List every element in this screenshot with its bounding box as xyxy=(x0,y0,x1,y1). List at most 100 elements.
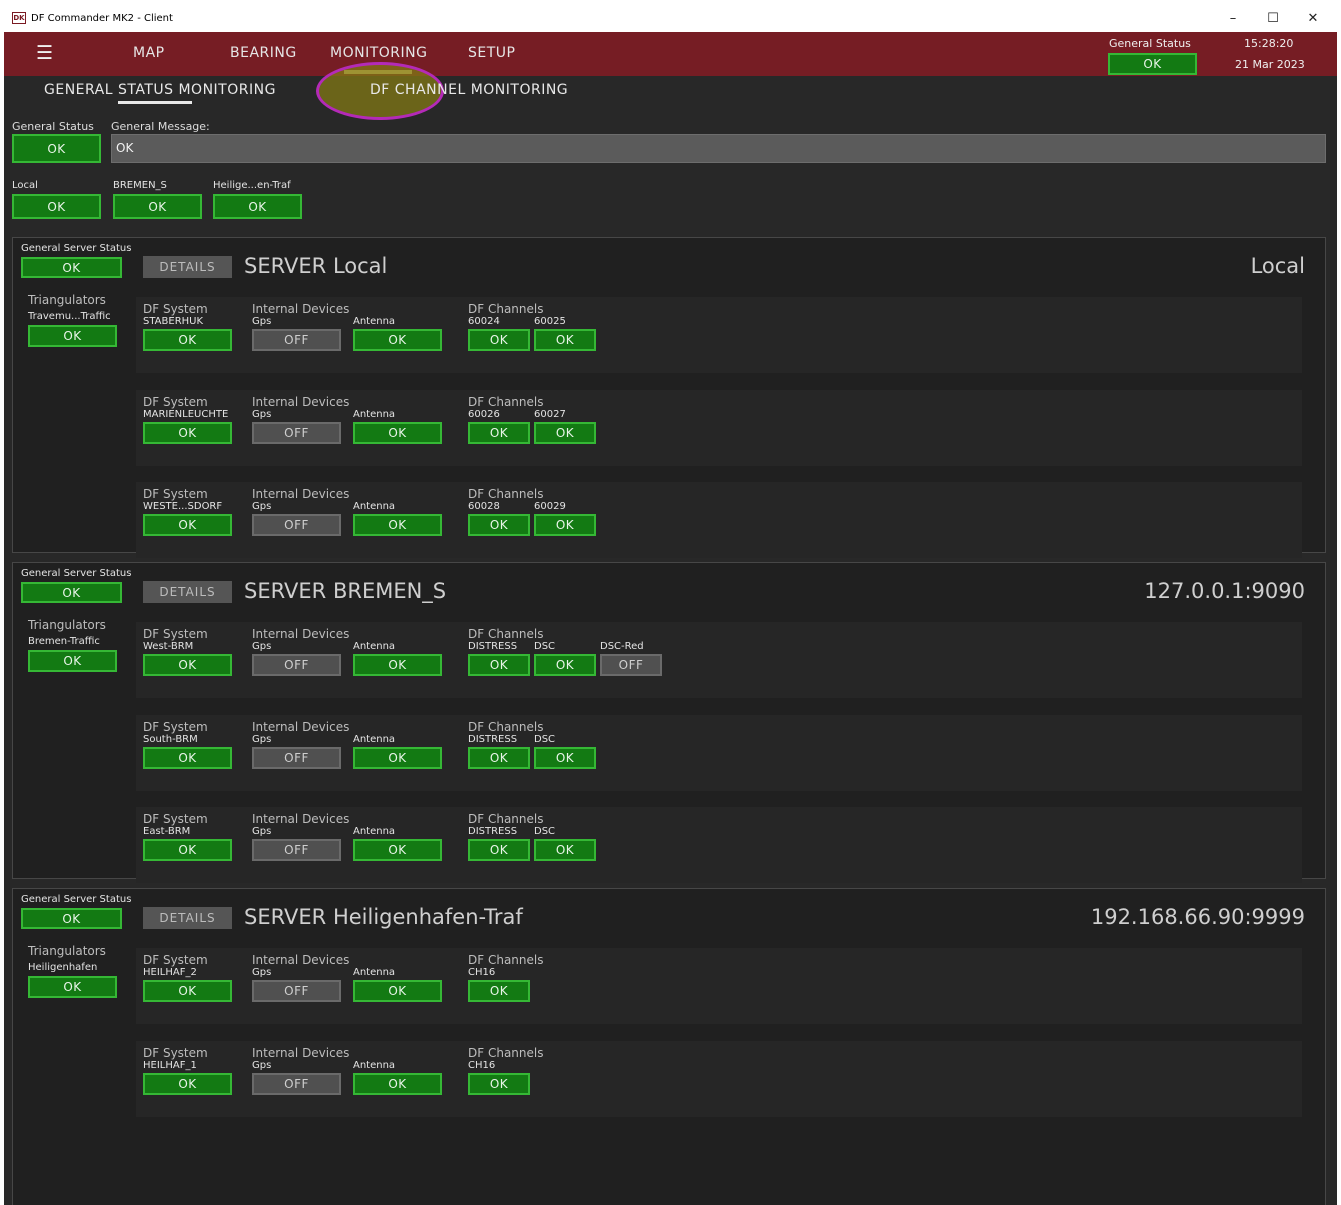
server-summary-label: Heilige...en-Traf xyxy=(213,180,291,191)
nav-item-bearing[interactable]: BEARING xyxy=(230,45,297,61)
df-system-label: DF System xyxy=(143,487,208,501)
df-channel-name: DSC xyxy=(534,641,556,652)
server-status-label: General Server Status xyxy=(21,894,132,905)
df-channels-label: DF Channels xyxy=(468,487,544,501)
df-channel-name: DSC xyxy=(534,826,556,837)
df-channel-status-badge[interactable]: OK xyxy=(468,329,530,351)
maximize-button[interactable]: ☐ xyxy=(1253,4,1293,32)
gps-label: Gps xyxy=(252,316,272,327)
gps-label: Gps xyxy=(252,501,272,512)
server-summary-badge[interactable]: OK xyxy=(12,194,101,219)
df-channel-status-badge[interactable]: OK xyxy=(468,980,530,1002)
main-nav: ☰ MAP BEARING MONITORING SETUP General S… xyxy=(4,32,1337,76)
server-status-badge: OK xyxy=(21,908,122,929)
server-status-label: General Server Status xyxy=(21,243,132,254)
df-system-status-badge[interactable]: OK xyxy=(143,747,232,769)
gps-label: Gps xyxy=(252,641,272,652)
df-channel-status-badge[interactable]: OK xyxy=(534,329,596,351)
nav-item-setup[interactable]: SETUP xyxy=(468,45,515,61)
antenna-status-badge[interactable]: OK xyxy=(353,747,442,769)
df-system-status-badge[interactable]: OK xyxy=(143,1073,232,1095)
antenna-status-badge[interactable]: OK xyxy=(353,514,442,536)
df-system-label: DF System xyxy=(143,720,208,734)
df-system-status-badge[interactable]: OK xyxy=(143,839,232,861)
df-channel-name: 60027 xyxy=(534,409,566,420)
df-channel-name: 60029 xyxy=(534,501,566,512)
df-system-status-badge[interactable]: OK xyxy=(143,980,232,1002)
antenna-status-badge[interactable]: OK xyxy=(353,839,442,861)
gps-status-badge[interactable]: OFF xyxy=(252,839,341,861)
triangulator-status-badge[interactable]: OK xyxy=(28,976,117,998)
internal-devices-label: Internal Devices xyxy=(252,487,350,501)
app-content: ☰ MAP BEARING MONITORING SETUP General S… xyxy=(4,32,1337,1205)
server-title: SERVER Local xyxy=(244,254,388,278)
gps-status-badge[interactable]: OFF xyxy=(252,654,341,676)
hamburger-menu-icon[interactable]: ☰ xyxy=(36,42,53,64)
close-button[interactable]: ✕ xyxy=(1293,4,1333,32)
df-system-status-badge[interactable]: OK xyxy=(143,329,232,351)
df-system-status-badge[interactable]: OK xyxy=(143,514,232,536)
antenna-label: Antenna xyxy=(353,501,396,512)
gps-status-badge[interactable]: OFF xyxy=(252,747,341,769)
gps-status-badge[interactable]: OFF xyxy=(252,514,341,536)
details-button[interactable]: DETAILS xyxy=(143,256,232,278)
server-address: Local xyxy=(1250,254,1305,278)
internal-devices-label: Internal Devices xyxy=(252,395,350,409)
gps-status-badge[interactable]: OFF xyxy=(252,1073,341,1095)
df-system-name: MARIENLEUCHTE xyxy=(143,409,229,420)
df-channel-status-badge[interactable]: OK xyxy=(534,747,596,769)
df-channels-label: DF Channels xyxy=(468,953,544,967)
df-channel-status-badge[interactable]: OK xyxy=(468,514,530,536)
server-summary-badge[interactable]: OK xyxy=(113,194,202,219)
tab-general-status-monitoring[interactable]: GENERAL STATUS MONITORING xyxy=(44,82,276,98)
df-channel-status-badge[interactable]: OK xyxy=(534,422,596,444)
nav-item-monitoring[interactable]: MONITORING xyxy=(330,45,427,61)
df-channel-status-badge[interactable]: OK xyxy=(534,514,596,536)
nav-general-status-label: General Status xyxy=(1109,37,1191,50)
tab-df-channel-monitoring[interactable]: DF CHANNEL MONITORING xyxy=(370,82,568,98)
gps-label: Gps xyxy=(252,409,272,420)
antenna-status-badge[interactable]: OK xyxy=(353,329,442,351)
antenna-status-badge[interactable]: OK xyxy=(353,422,442,444)
df-channel-status-badge[interactable]: OK xyxy=(468,654,530,676)
minimize-button[interactable]: – xyxy=(1213,4,1253,32)
df-channel-name: CH16 xyxy=(468,1060,496,1071)
details-button[interactable]: DETAILS xyxy=(143,907,232,929)
triangulator-status-badge[interactable]: OK xyxy=(28,325,117,347)
triangulator-name: Bremen-Traffic xyxy=(28,636,100,647)
antenna-status-badge[interactable]: OK xyxy=(353,1073,442,1095)
df-channel-status-badge[interactable]: OK xyxy=(468,747,530,769)
df-channel-name: DISTRESS xyxy=(468,641,518,652)
server-summary-badge[interactable]: OK xyxy=(213,194,302,219)
internal-devices-label: Internal Devices xyxy=(252,627,350,641)
df-system-status-badge[interactable]: OK xyxy=(143,654,232,676)
df-channel-status-badge[interactable]: OK xyxy=(468,1073,530,1095)
df-channel-name: 60026 xyxy=(468,409,500,420)
antenna-status-badge[interactable]: OK xyxy=(353,980,442,1002)
gps-status-badge[interactable]: OFF xyxy=(252,422,341,444)
nav-item-map[interactable]: MAP xyxy=(133,45,165,61)
df-system-status-badge[interactable]: OK xyxy=(143,422,232,444)
server-status-badge: OK xyxy=(21,257,122,278)
gps-label: Gps xyxy=(252,1060,272,1071)
df-channel-name: 60024 xyxy=(468,316,500,327)
df-channel-status-badge[interactable]: OK xyxy=(468,839,530,861)
df-channel-status-badge[interactable]: OK xyxy=(468,422,530,444)
df-channel-name: DSC xyxy=(534,734,556,745)
df-channel-status-badge[interactable]: OK xyxy=(534,654,596,676)
antenna-label: Antenna xyxy=(353,316,396,327)
df-channel-name: DISTRESS xyxy=(468,734,518,745)
internal-devices-label: Internal Devices xyxy=(252,720,350,734)
server-status-badge: OK xyxy=(21,582,122,603)
server-panel: General Server Status OK DETAILS SERVER Hei… xyxy=(12,888,1326,1205)
triangulator-status-badge[interactable]: OK xyxy=(28,650,117,672)
df-system-name: WESTE...SDORF xyxy=(143,501,223,512)
df-channel-status-badge[interactable]: OK xyxy=(534,839,596,861)
gps-status-badge[interactable]: OFF xyxy=(252,980,341,1002)
gps-status-badge[interactable]: OFF xyxy=(252,329,341,351)
df-system-name: HEILHAF_2 xyxy=(143,967,197,978)
df-channel-status-badge[interactable]: OFF xyxy=(600,654,662,676)
antenna-status-badge[interactable]: OK xyxy=(353,654,442,676)
details-button[interactable]: DETAILS xyxy=(143,581,232,603)
internal-devices-label: Internal Devices xyxy=(252,1046,350,1060)
